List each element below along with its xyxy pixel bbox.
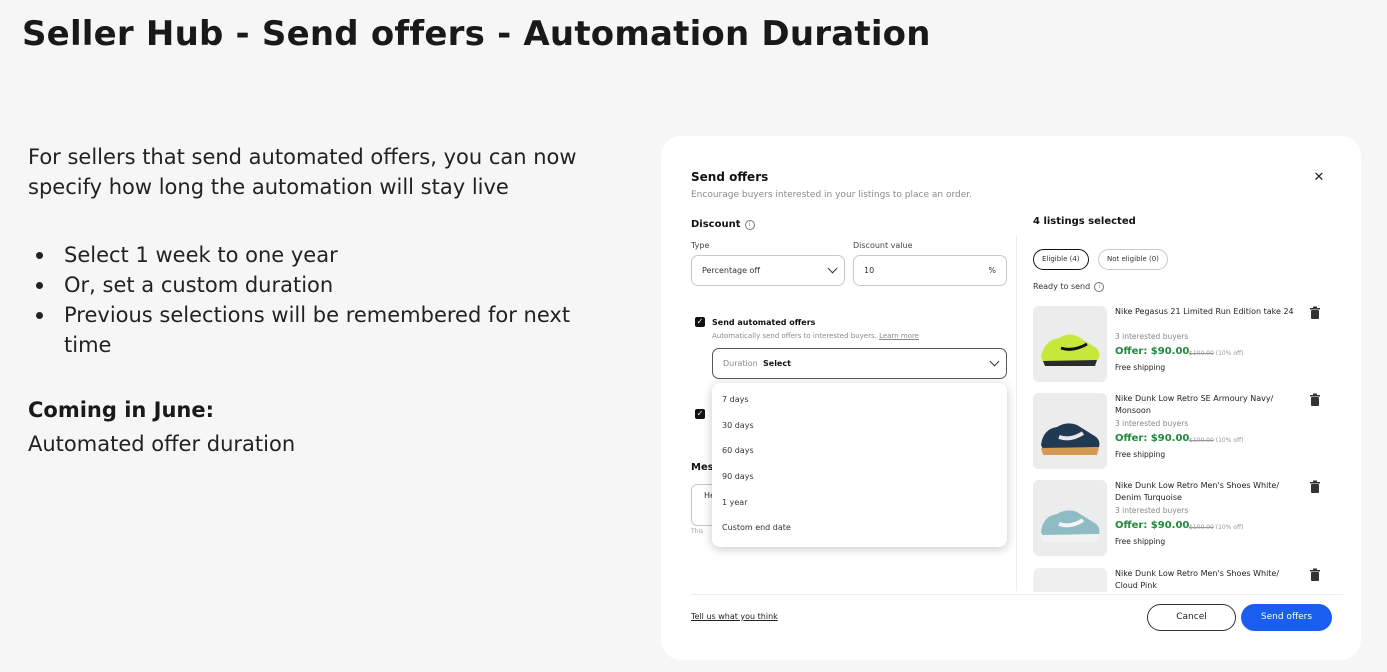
info-icon[interactable]: i [1094, 282, 1105, 292]
discount-heading: Discount i [691, 219, 755, 230]
modal-subtitle: Encourage buyers interested in your list… [691, 190, 972, 200]
listing-item: Nike Pegasus 21 Limited Run Edition take… [1033, 306, 1333, 386]
trash-icon[interactable] [1309, 568, 1321, 582]
item-original-price: $100.00 (10% off) [1189, 437, 1243, 444]
bullet-item: Select 1 week to one year [28, 240, 618, 270]
close-icon[interactable]: ✕ [1309, 168, 1329, 188]
bullet-item: Or, set a custom duration [28, 270, 618, 300]
product-thumbnail [1033, 393, 1107, 469]
feedback-link[interactable]: Tell us what you think [691, 612, 778, 621]
duration-option[interactable]: 7 days [722, 395, 749, 404]
send-offers-button[interactable]: Send offers [1241, 604, 1332, 631]
automated-offers-checkbox[interactable]: ✓ [695, 317, 705, 327]
chevron-down-icon [827, 263, 838, 274]
item-offer: Offer: $90.00 [1115, 346, 1190, 357]
item-name: Nike Dunk Low Retro Men's Shoes White/ D… [1115, 481, 1280, 502]
duration-option[interactable]: 1 year [722, 498, 747, 507]
original-price: $100.00 [1189, 437, 1214, 444]
item-original-price: $100.00 (10% off) [1189, 350, 1243, 357]
discount-label: Discount [691, 219, 741, 230]
helper-text: Automatically send offers to interested … [712, 332, 877, 340]
item-buyers: 3 interested buyers [1115, 332, 1189, 341]
discount-percent: (10% off) [1215, 350, 1244, 357]
discount-value-input[interactable]: 10 % [853, 255, 1007, 286]
type-label: Type [691, 241, 710, 250]
trash-icon[interactable] [1309, 480, 1321, 494]
shoe-image [1033, 480, 1107, 556]
item-offer: Offer: $90.00 [1115, 520, 1190, 531]
item-name: Nike Dunk Low Retro SE Armoury Navy/ Mon… [1115, 394, 1274, 415]
info-icon[interactable]: i [744, 220, 755, 230]
original-price: $100.00 [1189, 524, 1214, 531]
discount-value-text: 10 [864, 266, 875, 275]
duration-select[interactable]: Duration Select [712, 348, 1007, 379]
message-label: Mes [691, 462, 714, 473]
trash-icon[interactable] [1309, 306, 1321, 320]
cancel-button[interactable]: Cancel [1147, 604, 1236, 631]
modal-title: Send offers [691, 170, 769, 184]
ready-text: Ready to send [1033, 282, 1091, 291]
eligible-chip[interactable]: Eligible (4) [1033, 249, 1089, 270]
duration-option[interactable]: 90 days [722, 472, 754, 481]
trash-icon[interactable] [1309, 393, 1321, 407]
coming-text: Automated offer duration [28, 432, 296, 456]
product-thumbnail [1033, 568, 1107, 592]
product-thumbnail [1033, 306, 1107, 382]
feature-bullets: Select 1 week to one year Or, set a cust… [28, 240, 618, 360]
shoe-image [1033, 306, 1107, 382]
discount-type-select[interactable]: Percentage off [691, 255, 845, 286]
automated-offers-label: Send automated offers [712, 318, 816, 327]
item-offer: Offer: $90.00 [1115, 433, 1190, 444]
item-shipping: Free shipping [1115, 537, 1166, 546]
item-shipping: Free shipping [1115, 363, 1166, 372]
listing-item: Nike Dunk Low Retro Men's Shoes White/ D… [1033, 480, 1333, 560]
chevron-down-icon [989, 356, 1000, 367]
learn-more-link[interactable]: Learn more [879, 332, 919, 340]
ready-to-send-label: Ready to send i [1033, 282, 1105, 292]
bullet-item: Previous selections will be remembered f… [28, 300, 618, 360]
duration-value: Select [763, 359, 791, 368]
intro-text: For sellers that send automated offers, … [28, 145, 577, 199]
discount-percent: (10% off) [1215, 437, 1244, 444]
item-shipping: Free shipping [1115, 450, 1166, 459]
duration-option[interactable]: 60 days [722, 446, 754, 455]
duration-option[interactable]: 30 days [722, 421, 754, 430]
duration-option[interactable]: Custom end date [722, 523, 791, 532]
listing-item: Nike Dunk Low Retro SE Armoury Navy/ Mon… [1033, 393, 1333, 473]
column-divider [1016, 236, 1017, 591]
duration-dropdown: 7 days 30 days 60 days 90 days 1 year Cu… [712, 383, 1007, 547]
second-checkbox[interactable]: ✓ [695, 409, 705, 419]
shoe-image [1033, 393, 1107, 469]
item-buyers: 3 interested buyers [1115, 506, 1189, 515]
discount-value-label: Discount value [853, 241, 913, 250]
product-thumbnail [1033, 480, 1107, 556]
automated-offers-helper: Automatically send offers to interested … [712, 332, 919, 340]
duration-label: Duration [723, 359, 758, 368]
not-eligible-chip[interactable]: Not eligible (0) [1098, 249, 1168, 270]
footer-divider [691, 594, 1343, 595]
discount-type-value: Percentage off [702, 266, 760, 275]
slide-title: Seller Hub - Send offers - Automation Du… [22, 14, 931, 54]
listing-item: Nike Dunk Low Retro Men's Shoes White/ C… [1033, 568, 1333, 592]
item-original-price: $100.00 (10% off) [1189, 524, 1243, 531]
item-name: Nike Pegasus 21 Limited Run Edition take… [1115, 307, 1294, 316]
coming-heading: Coming in June: [28, 398, 215, 422]
percent-unit: % [988, 266, 996, 275]
message-note: This [691, 528, 704, 535]
item-name: Nike Dunk Low Retro Men's Shoes White/ C… [1115, 569, 1280, 590]
send-offers-modal: Send offers Encourage buyers interested … [661, 136, 1361, 660]
original-price: $100.00 [1189, 350, 1214, 357]
discount-percent: (10% off) [1215, 524, 1244, 531]
item-buyers: 3 interested buyers [1115, 419, 1189, 428]
listings-selected-title: 4 listings selected [1033, 216, 1136, 227]
